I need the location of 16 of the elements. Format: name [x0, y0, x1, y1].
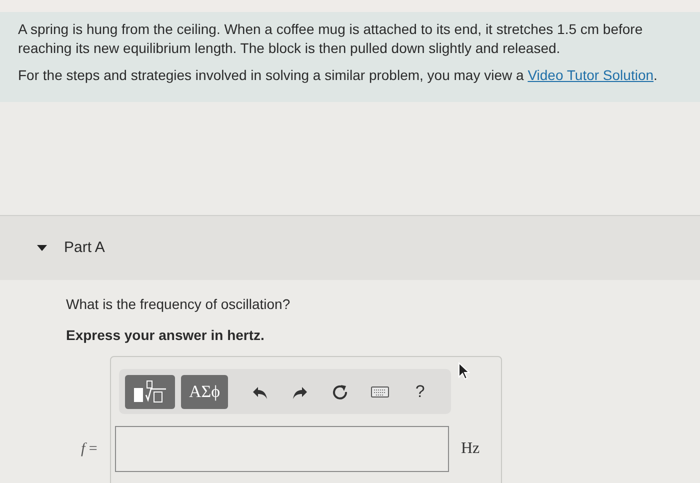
unit-label: Hz — [461, 439, 480, 459]
symbols-button[interactable]: ΑΣϕ — [181, 374, 228, 408]
help-button[interactable]: ? — [402, 374, 438, 408]
instruction-text: Express your answer in hertz. — [66, 326, 266, 345]
part-title: Part A — [64, 238, 105, 258]
video-tutor-link[interactable]: Video Tutor Solution — [528, 67, 654, 83]
refresh-icon — [331, 382, 350, 400]
problem-text: A spring is hung from the ceiling. When a coffee mug is attached to its end, it stretches 1.5 cm before reaching its new equilibrium length. The block is then pulled down slightly and released. — [18, 20, 644, 58]
mouse-cursor-icon — [458, 362, 470, 380]
caret-icon[interactable] — [36, 243, 48, 253]
templates-icon — [133, 380, 167, 404]
hint-text: For the steps and strategies involved in solving a similar problem, you may view a Video Tutor Solution. — [18, 66, 658, 85]
question-text: What is the frequency of oscillation? — [66, 295, 292, 314]
answer-field[interactable] — [115, 426, 449, 472]
answer-label: f = — [81, 440, 98, 459]
templates-button[interactable] — [125, 374, 175, 408]
